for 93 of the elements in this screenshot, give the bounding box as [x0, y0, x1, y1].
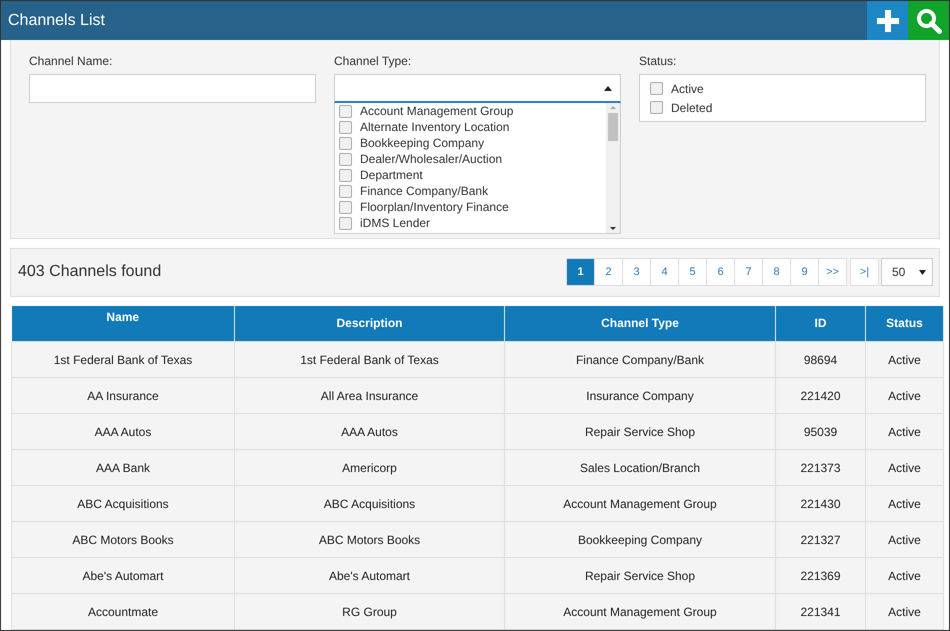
scroll-down-icon[interactable]	[609, 225, 617, 233]
channel-type-option[interactable]: Bookkeeping Company	[339, 135, 606, 151]
column-header[interactable]: Name	[12, 306, 234, 342]
table-cell: Insurance Company	[504, 378, 776, 414]
last-page-button[interactable]: >|	[850, 258, 879, 286]
checkbox[interactable]	[339, 184, 352, 198]
table-cell: Finance Company/Bank	[504, 342, 776, 378]
table-cell: Active	[866, 594, 944, 630]
checkbox[interactable]	[339, 104, 352, 118]
search-icon	[916, 8, 942, 34]
checkbox[interactable]	[339, 120, 352, 134]
page-button[interactable]: 4	[650, 258, 679, 286]
column-header[interactable]: Channel Type	[504, 306, 776, 342]
channel-type-option[interactable]: Account Management Group	[339, 103, 606, 119]
table-cell: ABC Motors Books	[12, 522, 234, 558]
page-button[interactable]: 9	[790, 258, 819, 286]
table-cell: Account Management Group	[504, 486, 776, 522]
table-cell: Active	[866, 378, 944, 414]
checkbox[interactable]	[650, 101, 663, 114]
page-button[interactable]: 3	[622, 258, 651, 286]
table-cell: 221369	[776, 558, 866, 594]
checkbox[interactable]	[650, 82, 663, 95]
status-option[interactable]: Deleted	[650, 100, 915, 116]
status-option[interactable]: Active	[650, 80, 915, 96]
scroll-thumb[interactable]	[608, 113, 618, 141]
column-header[interactable]: ID	[776, 306, 866, 342]
checkbox[interactable]	[339, 216, 352, 230]
table-cell: ABC Acquisitions	[12, 486, 234, 522]
table-cell: 1st Federal Bank of Texas	[12, 342, 234, 378]
table-cell: Active	[866, 522, 944, 558]
checkbox[interactable]	[339, 136, 352, 150]
plus-icon	[876, 10, 898, 32]
checkbox[interactable]	[339, 152, 352, 166]
caret-icon	[604, 86, 612, 90]
table-cell: Americorp	[234, 450, 504, 486]
table-cell: Sales Location/Branch	[504, 450, 776, 486]
table-cell: AAA Autos	[12, 414, 234, 450]
table-cell: 1st Federal Bank of Texas	[234, 342, 504, 378]
scrollbar-track[interactable]	[606, 103, 620, 233]
channel-type-select[interactable]	[334, 74, 621, 103]
table-cell: Abe's Automart	[234, 558, 504, 594]
channel-type-option[interactable]: iDMS Lender	[339, 215, 606, 231]
table-cell: Account Management Group	[504, 594, 776, 630]
table-cell: AAA Bank	[12, 450, 234, 486]
table-cell: Active	[866, 414, 944, 450]
field-label: Channel Type:	[334, 54, 412, 68]
add-button[interactable]	[867, 1, 908, 40]
column-header[interactable]: Status	[866, 306, 944, 342]
table-cell: Repair Service Shop	[504, 558, 776, 594]
checkbox[interactable]	[339, 200, 352, 214]
channel-type-option[interactable]: Department	[339, 167, 606, 183]
table-cell: Abe's Automart	[12, 558, 234, 594]
table-cell: Active	[866, 450, 944, 486]
table-cell: RG Group	[234, 594, 504, 630]
table-cell: Active	[866, 486, 944, 522]
table-cell: 221327	[776, 522, 866, 558]
checkbox[interactable]	[339, 168, 352, 182]
page-button[interactable]: 6	[706, 258, 735, 286]
page-size-select[interactable]: 50	[881, 258, 933, 286]
table-cell: 221430	[776, 486, 866, 522]
channel-type-option[interactable]: Floorplan/Inventory Finance	[339, 199, 606, 215]
table-cell: AA Insurance	[12, 378, 234, 414]
table-cell: 221420	[776, 378, 866, 414]
table-cell: ABC Motors Books	[234, 522, 504, 558]
page-button[interactable]: >>	[818, 258, 847, 286]
table-cell: Repair Service Shop	[504, 414, 776, 450]
window-title: Channels List	[7, 12, 106, 30]
page-button[interactable]: 8	[762, 258, 791, 286]
table-cell: Active	[866, 558, 944, 594]
table-cell: ABC Acquisitions	[234, 486, 504, 522]
table-cell: 95039	[776, 414, 866, 450]
field-label: Status:	[639, 54, 678, 68]
results-count: 403 Channels found	[18, 263, 162, 281]
table-cell: Active	[866, 342, 944, 378]
channel-type-option[interactable]: Finance Company/Bank	[339, 183, 606, 199]
channel-type-option[interactable]: Alternate Inventory Location	[339, 119, 606, 135]
page-button[interactable]: 2	[594, 258, 623, 286]
table-cell: Bookkeeping Company	[504, 522, 776, 558]
page-button[interactable]: 1	[566, 258, 595, 286]
table-cell: Accountmate	[12, 594, 234, 630]
field-label: Channel Name:	[29, 54, 114, 68]
channel-name-field[interactable]	[29, 74, 316, 103]
table-cell: 98694	[776, 342, 866, 378]
table-cell: 221341	[776, 594, 866, 630]
page-button[interactable]: 7	[734, 258, 763, 286]
page-button[interactable]: 5	[678, 258, 707, 286]
table-cell: AAA Autos	[234, 414, 504, 450]
search-button[interactable]	[908, 1, 949, 40]
table-cell: All Area Insurance	[234, 378, 504, 414]
caret-icon	[919, 270, 926, 274]
column-header[interactable]: Description	[234, 306, 504, 342]
channel-type-option[interactable]: Dealer/Wholesaler/Auction	[339, 151, 606, 167]
table-cell: 221373	[776, 450, 866, 486]
